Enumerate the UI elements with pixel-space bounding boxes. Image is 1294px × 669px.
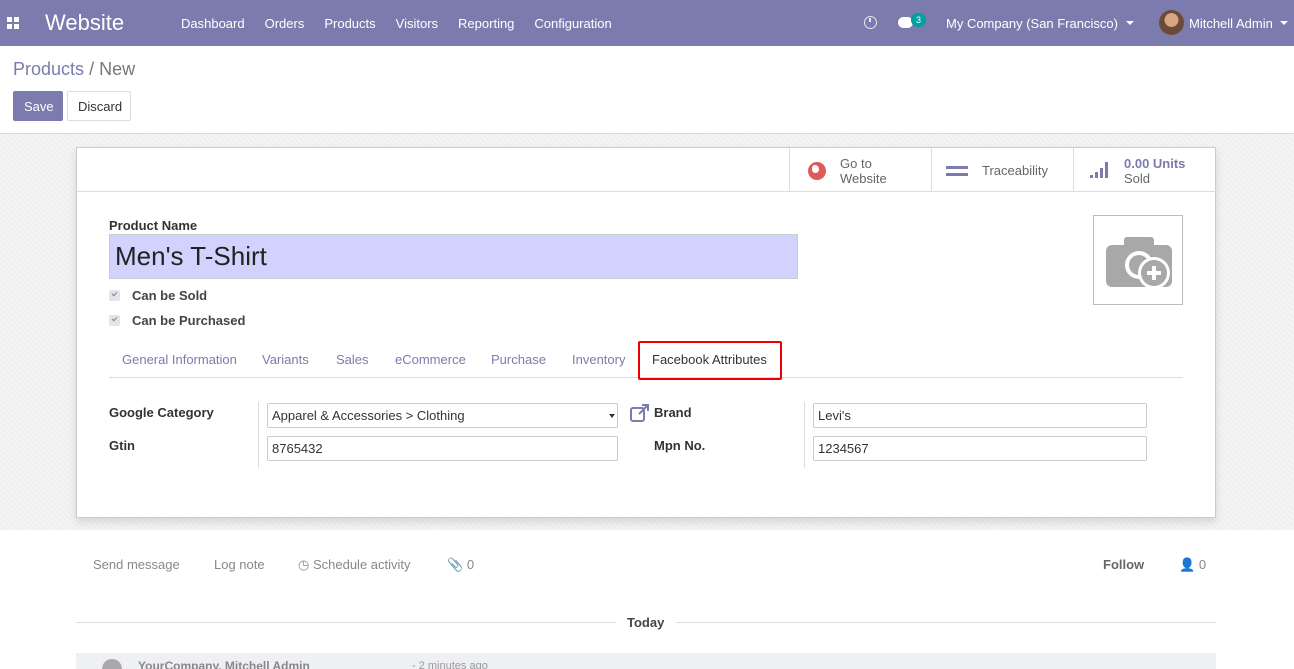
tab-variants[interactable]: Variants [262, 342, 309, 378]
traceability-button[interactable]: Traceability [931, 148, 1073, 191]
today-separator: Today [627, 615, 665, 630]
divider [76, 622, 616, 623]
log-note-button[interactable]: Log note [214, 557, 265, 572]
user-icon: 👤 [1179, 557, 1196, 572]
units-sold-button[interactable]: 0.00 Units Sold [1073, 148, 1215, 191]
avatar [102, 659, 122, 669]
tab-ecommerce[interactable]: eCommerce [395, 342, 466, 378]
divider [258, 402, 259, 468]
form-sheet: Go to Website Traceability 0.00 Units So… [76, 147, 1216, 518]
messaging-badge: 3 [911, 13, 926, 27]
message-item: YourCompany, Mitchell Admin - 2 minutes … [76, 653, 1216, 669]
menu-configuration[interactable]: Configuration [534, 16, 611, 31]
message-time: - 2 minutes ago [412, 660, 488, 669]
tab-purchase[interactable]: Purchase [491, 342, 546, 378]
breadcrumb-current: New [99, 59, 136, 79]
product-image-field[interactable] [1093, 215, 1183, 305]
main-menu: Dashboard Orders Products Visitors Repor… [181, 0, 632, 46]
button-box: Go to Website Traceability 0.00 Units So… [789, 148, 1216, 192]
tab-sales[interactable]: Sales [336, 342, 369, 378]
brand-input[interactable] [813, 403, 1147, 428]
chevron-down-icon [609, 414, 615, 418]
go-to-website-line1: Go to [840, 156, 872, 171]
mpn-input[interactable] [813, 436, 1147, 461]
tab-inventory[interactable]: Inventory [572, 342, 625, 378]
followers-count: 0 [1198, 557, 1207, 572]
go-to-website-line2: Website [840, 171, 887, 186]
menu-products[interactable]: Products [324, 16, 375, 31]
tab-general-information[interactable]: General Information [122, 342, 237, 378]
external-link-icon[interactable] [630, 404, 650, 422]
highlight-box [638, 341, 782, 380]
followers-button[interactable]: 👤 0 [1179, 557, 1206, 573]
signal-bars-icon [1090, 162, 1110, 178]
breadcrumb-products[interactable]: Products [13, 59, 84, 79]
brand-label: Brand [654, 405, 692, 420]
product-name-label: Product Name [109, 218, 198, 233]
message-author[interactable]: YourCompany, Mitchell Admin [138, 659, 310, 669]
google-category-select[interactable] [267, 403, 618, 428]
chevron-down-icon [1126, 21, 1134, 25]
top-navbar: Website Dashboard Orders Products Visito… [0, 0, 1294, 46]
google-category-label: Google Category [109, 405, 214, 420]
control-panel: Products / New Save Discard [0, 46, 1294, 134]
discard-button[interactable]: Discard [67, 91, 131, 121]
gtin-label: Gtin [109, 438, 135, 453]
units-sold-label: Sold [1124, 171, 1151, 186]
app-brand[interactable]: Website [45, 10, 124, 36]
company-switcher[interactable]: My Company (San Francisco) [946, 16, 1118, 31]
avatar[interactable] [1159, 10, 1184, 35]
menu-orders[interactable]: Orders [265, 16, 305, 31]
can-be-purchased-label: Can be Purchased [132, 313, 246, 328]
activity-clock-icon[interactable] [864, 16, 877, 29]
gtin-input[interactable] [267, 436, 618, 461]
chatter [0, 530, 1294, 669]
camera-add-icon [1106, 237, 1172, 289]
menu-dashboard[interactable]: Dashboard [181, 16, 245, 31]
globe-icon [808, 162, 826, 180]
follow-button[interactable]: Follow [1103, 557, 1144, 572]
schedule-activity-button[interactable]: ◷ Schedule activity [298, 557, 411, 573]
clock-icon: ◷ [298, 557, 310, 572]
breadcrumb-separator: / [89, 59, 95, 79]
schedule-activity-label: Schedule activity [312, 557, 411, 572]
save-button[interactable]: Save [13, 91, 63, 121]
product-name-input[interactable] [109, 234, 798, 279]
paperclip-icon: 📎 [447, 557, 464, 572]
attachments-count: 0 [466, 557, 475, 572]
divider [804, 402, 805, 468]
chevron-down-icon [1280, 21, 1288, 25]
go-to-website-button[interactable]: Go to Website [789, 148, 931, 191]
send-message-button[interactable]: Send message [93, 557, 180, 572]
menu-reporting[interactable]: Reporting [458, 16, 514, 31]
traceability-label: Traceability [982, 163, 1048, 178]
breadcrumb: Products / New [13, 59, 135, 80]
can-be-sold-checkbox[interactable] [109, 290, 120, 301]
apps-menu-icon[interactable] [7, 17, 19, 29]
attachments-button[interactable]: 📎 0 [447, 557, 474, 573]
divider [676, 622, 1216, 623]
mpn-label: Mpn No. [654, 438, 706, 453]
units-sold-value: 0.00 Units [1124, 156, 1186, 171]
can-be-purchased-checkbox[interactable] [109, 315, 120, 326]
user-menu[interactable]: Mitchell Admin [1189, 16, 1273, 31]
can-be-purchased-row: Can be Purchased [109, 313, 245, 328]
can-be-sold-label: Can be Sold [132, 288, 208, 303]
exchange-arrows-icon [946, 162, 968, 178]
can-be-sold-row: Can be Sold [109, 288, 207, 303]
menu-visitors[interactable]: Visitors [396, 16, 438, 31]
